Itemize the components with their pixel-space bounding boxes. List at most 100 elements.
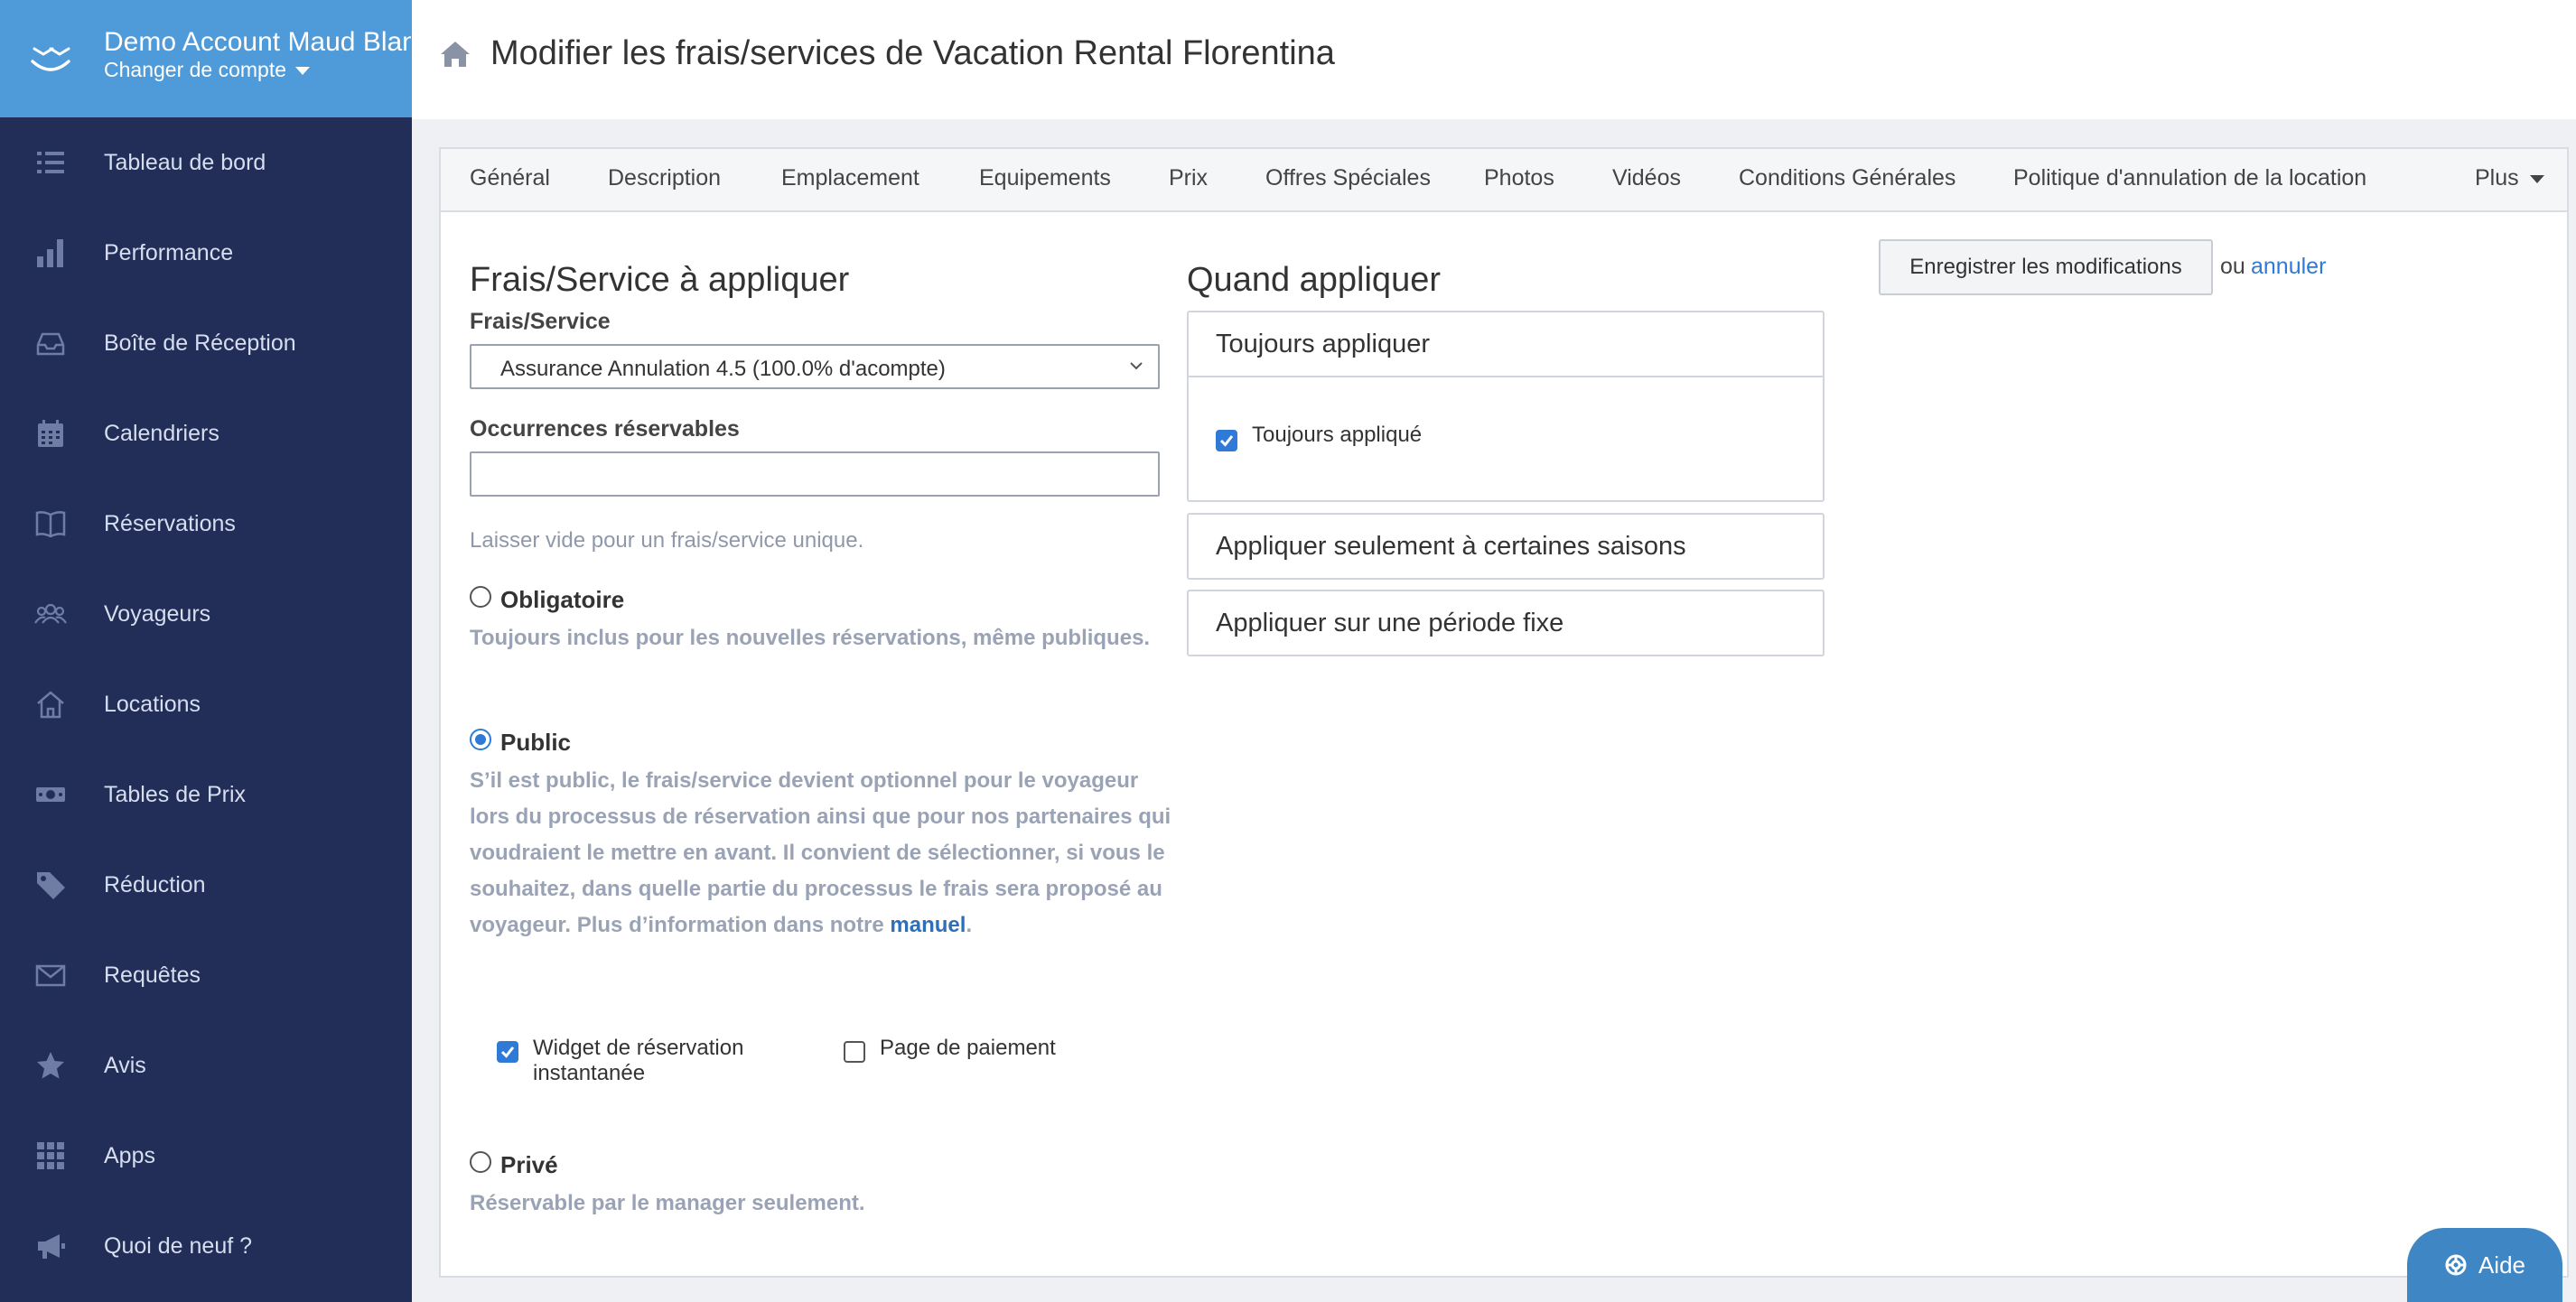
tab-bar: Général Description Emplacement Equipeme… — [441, 149, 2567, 212]
sidebar-item-label: Réduction — [104, 871, 206, 897]
section-title-when: Quand appliquer — [1187, 261, 1441, 299]
tab-more-label: Plus — [2475, 165, 2519, 191]
mandatory-radio[interactable] — [470, 586, 491, 608]
bar-chart-icon — [36, 239, 63, 267]
section-title-fee: Frais/Service à appliquer — [470, 261, 850, 299]
occurrences-input[interactable] — [470, 451, 1160, 497]
always-applied-checkbox[interactable] — [1216, 430, 1237, 451]
sidebar-item-apps[interactable]: Apps — [0, 1111, 412, 1201]
sidebar-item-requests[interactable]: Requêtes — [0, 930, 412, 1020]
sidebar-item-rentals[interactable]: Locations — [0, 659, 412, 749]
fixed-period-panel[interactable]: Appliquer sur une période fixe — [1187, 590, 1825, 656]
fee-select-value: Assurance Annulation 4.5 (100.0% d'acomp… — [500, 357, 946, 381]
sidebar-item-label: Avis — [104, 1052, 146, 1078]
sidebar-item-travelers[interactable]: Voyageurs — [0, 569, 412, 659]
sidebar-item-label: Quoi de neuf ? — [104, 1232, 253, 1259]
tab-photos[interactable]: Photos — [1484, 165, 1554, 191]
widget-checkbox-label: Widget de réservation instantanée — [533, 1036, 744, 1085]
payment-page-checkbox[interactable] — [844, 1041, 865, 1063]
public-label: Public — [500, 729, 572, 756]
tab-special-offers[interactable]: Offres Spéciales — [1265, 165, 1431, 191]
sidebar-item-label: Voyageurs — [104, 600, 211, 627]
account-switcher[interactable]: Demo Account Maud Blan Changer de compte — [0, 0, 412, 117]
page-header: Modifier les frais/services de Vacation … — [412, 0, 2576, 119]
megaphone-icon — [37, 1234, 65, 1259]
inbox-icon — [36, 332, 64, 356]
sidebar-item-reservations[interactable]: Réservations — [0, 479, 412, 569]
chevron-down-icon — [1130, 362, 1143, 370]
widget-checkbox[interactable] — [497, 1041, 518, 1063]
mandatory-description: Toujours inclus pour les nouvelles réser… — [470, 626, 1151, 650]
tab-prices[interactable]: Prix — [1169, 165, 1208, 191]
fixed-period-header[interactable]: Appliquer sur une période fixe — [1189, 591, 1823, 655]
sidebar-item-label: Tableau de bord — [104, 149, 266, 175]
private-label: Privé — [500, 1151, 558, 1178]
always-apply-panel: Toujours appliquer Toujours appliqué — [1187, 311, 1825, 502]
envelope-icon — [35, 964, 65, 987]
fee-select[interactable]: Assurance Annulation 4.5 (100.0% d'acomp… — [470, 344, 1160, 389]
star-icon — [36, 1052, 64, 1079]
sidebar-item-performance[interactable]: Performance — [0, 208, 412, 298]
always-applied-label: Toujours appliqué — [1252, 423, 1423, 447]
sidebar-item-calendars[interactable]: Calendriers — [0, 388, 412, 479]
manual-link[interactable]: manuel — [890, 913, 966, 937]
sidebar-item-whats-new[interactable]: Quoi de neuf ? — [0, 1201, 412, 1291]
sidebar-item-label: Réservations — [104, 510, 236, 536]
lifebuoy-icon — [2445, 1254, 2467, 1276]
always-apply-header[interactable]: Toujours appliquer — [1189, 312, 1823, 376]
tab-videos[interactable]: Vidéos — [1612, 165, 1681, 191]
tab-terms[interactable]: Conditions Générales — [1739, 165, 1955, 191]
tab-general[interactable]: Général — [470, 165, 550, 191]
sidebar-item-label: Tables de Prix — [104, 781, 247, 807]
tab-description[interactable]: Description — [608, 165, 721, 191]
sidebar-item-reviews[interactable]: Avis — [0, 1020, 412, 1111]
home-icon[interactable] — [439, 40, 471, 69]
seasons-panel[interactable]: Appliquer seulement à certaines saisons — [1187, 513, 1825, 580]
checkmark-icon — [500, 1046, 515, 1058]
tab-amenities[interactable]: Equipements — [979, 165, 1111, 191]
tag-icon — [36, 872, 65, 899]
private-description: Réservable par le manager seulement. — [470, 1191, 865, 1215]
caret-down-icon — [295, 67, 311, 76]
tab-location[interactable]: Emplacement — [781, 165, 919, 191]
sidebar-item-label: Apps — [104, 1142, 155, 1168]
public-description: S’il est public, le frais/service devien… — [470, 763, 1183, 944]
users-icon — [33, 603, 67, 624]
sidebar-item-discount[interactable]: Réduction — [0, 840, 412, 930]
home-icon — [36, 691, 64, 719]
public-radio[interactable] — [470, 729, 491, 750]
seasons-header[interactable]: Appliquer seulement à certaines saisons — [1189, 515, 1823, 578]
sidebar-item-label: Calendriers — [104, 420, 219, 446]
occurrences-hint: Laisser vide pour un frais/service uniqu… — [470, 528, 864, 553]
or-text: ou — [2220, 254, 2245, 279]
sidebar-item-price-tables[interactable]: Tables de Prix — [0, 749, 412, 840]
book-icon — [35, 511, 65, 538]
checkmark-icon — [1219, 435, 1234, 447]
occurrences-label: Occurrences réservables — [470, 416, 740, 442]
help-label: Aide — [2478, 1251, 2526, 1279]
sidebar-nav: Tableau de bord Performance Boîte de Réc… — [0, 117, 412, 1291]
sidebar-item-label: Locations — [104, 691, 201, 717]
sidebar-item-inbox[interactable]: Boîte de Réception — [0, 298, 412, 388]
smile-logo-icon — [31, 47, 70, 71]
money-icon — [35, 787, 65, 802]
caret-down-icon — [2529, 174, 2544, 183]
save-button[interactable]: Enregistrer les modifications — [1879, 239, 2213, 295]
help-button[interactable]: Aide — [2407, 1228, 2562, 1302]
edit-fee-card: Général Description Emplacement Equipeme… — [439, 147, 2569, 1278]
payment-page-label: Page de paiement — [880, 1036, 1056, 1060]
public-description-end: . — [966, 913, 973, 937]
account-name: Demo Account Maud Blan — [104, 27, 411, 57]
always-apply-body: Toujours appliqué — [1189, 376, 1823, 500]
sidebar-item-dashboard[interactable]: Tableau de bord — [0, 117, 412, 208]
list-icon — [36, 152, 64, 173]
switch-account-link[interactable]: Changer de compte — [104, 58, 311, 82]
calendar-icon — [37, 420, 63, 447]
sidebar-item-label: Requêtes — [104, 962, 201, 988]
private-radio[interactable] — [470, 1151, 491, 1173]
cancel-link[interactable]: annuler — [2251, 254, 2326, 280]
tab-more[interactable]: Plus — [2475, 165, 2544, 191]
page-title: Modifier les frais/services de Vacation … — [490, 34, 1335, 72]
grid-icon — [36, 1142, 64, 1169]
tab-cancellation-policy[interactable]: Politique d'annulation de la location — [2013, 165, 2366, 191]
